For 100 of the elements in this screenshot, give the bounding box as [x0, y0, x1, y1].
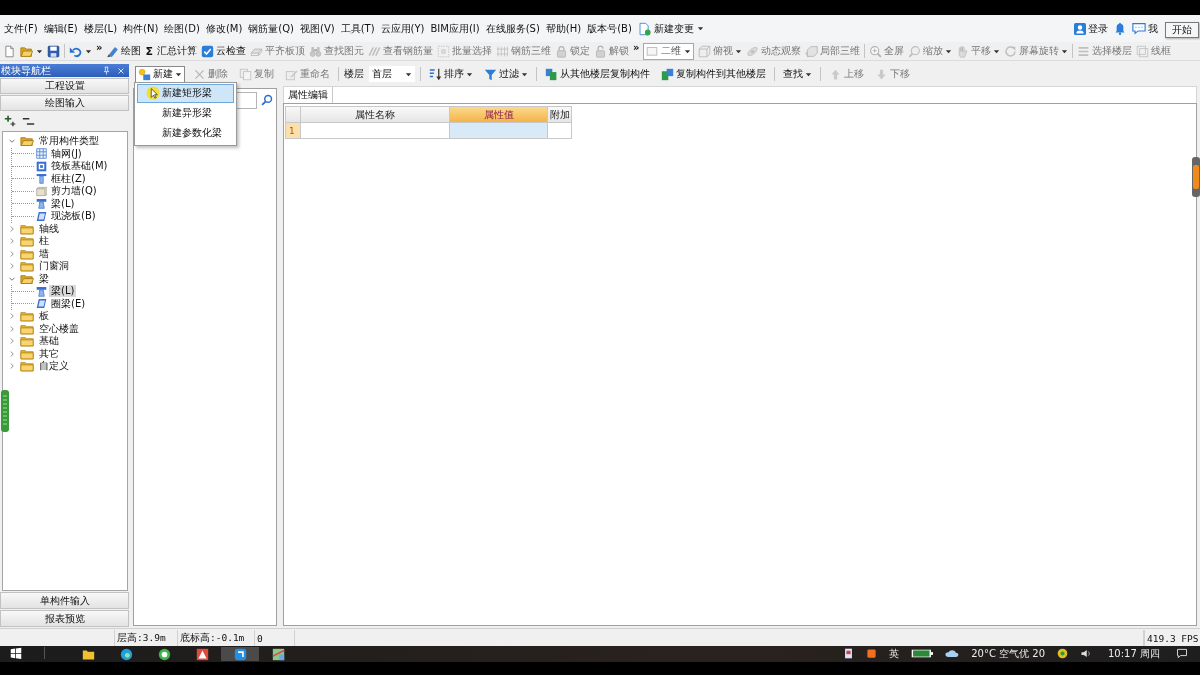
table-cell[interactable]	[301, 123, 450, 139]
expand-all-icon[interactable]	[4, 115, 17, 127]
login-button[interactable]: 登录	[1074, 21, 1108, 36]
app-icon	[271, 648, 285, 661]
section-button[interactable]: 报表预览	[0, 610, 129, 627]
menu-item[interactable]: 绘图(D)	[164, 21, 200, 36]
side-handle-icon[interactable]	[1, 390, 9, 432]
new-file-button[interactable]	[3, 44, 16, 58]
menu-item[interactable]: 新建矩形梁	[137, 83, 234, 103]
menu-item[interactable]: 钢筋量(Q)	[248, 21, 294, 36]
open-button[interactable]	[20, 44, 43, 58]
side-handle-icon[interactable]	[1192, 157, 1200, 197]
weather-icon[interactable]	[945, 648, 960, 659]
tree-item[interactable]: 圈梁(E)	[49, 297, 88, 310]
panel-icon	[36, 210, 47, 222]
tree-item[interactable]: 轴线	[37, 222, 61, 235]
section-button[interactable]: 工程设置	[0, 78, 129, 94]
overflow-button[interactable]: »	[633, 43, 640, 53]
caret-icon	[175, 70, 182, 78]
table-cell[interactable]	[450, 123, 548, 139]
app-icon[interactable]	[866, 648, 878, 659]
collapse-all-icon[interactable]	[22, 115, 35, 127]
menu-item[interactable]: 云应用(Y)	[380, 21, 425, 36]
floor-dropdown[interactable]: 首层	[369, 66, 415, 82]
save-button[interactable]	[47, 44, 60, 58]
tree-item[interactable]: 自定义	[37, 360, 71, 373]
menu-item[interactable]: 版本号(B)	[587, 21, 632, 36]
table-cell[interactable]	[548, 123, 572, 139]
toolbar-button[interactable]: 排序	[426, 65, 476, 83]
volume-icon[interactable]	[1080, 648, 1092, 659]
folder-icon	[20, 322, 34, 335]
arrow-down-icon	[875, 67, 888, 81]
menu-item[interactable]: 新建异形梁	[137, 103, 234, 123]
weather-text[interactable]: 20°C 空气优 20	[971, 648, 1045, 659]
toolbar-button[interactable]: 新建	[135, 65, 185, 83]
search-icon	[261, 94, 273, 106]
menu-item[interactable]: 在线服务(S)	[485, 21, 540, 36]
app-icon	[81, 648, 95, 661]
menu-item[interactable]: 新建参数化梁	[137, 123, 234, 143]
toolbar-button[interactable]: 查找	[780, 65, 815, 83]
search-button[interactable]	[259, 92, 275, 108]
notification-icon[interactable]	[1176, 648, 1188, 659]
overflow-button[interactable]: »	[96, 43, 103, 53]
tree-item[interactable]: 基础	[37, 335, 61, 348]
toolbar-button[interactable]: 过滤	[481, 65, 531, 83]
menu-item[interactable]: BIM应用(I)	[430, 21, 480, 36]
app-icon[interactable]	[1057, 648, 1068, 659]
tree-item[interactable]: 常用构件类型	[37, 135, 101, 148]
new-change-button[interactable]: 新建变更	[637, 21, 704, 36]
tree-item[interactable]: 板	[37, 310, 51, 323]
tree-item[interactable]: 空心楼盖	[37, 322, 81, 335]
tree-item[interactable]: 其它	[37, 347, 61, 360]
document-icon[interactable]	[843, 648, 855, 659]
menu-item[interactable]: 工具(T)	[340, 21, 375, 36]
close-icon[interactable]	[117, 66, 125, 75]
copy-icon	[239, 67, 252, 81]
menu-item[interactable]: 文件(F)	[4, 21, 38, 36]
tree-item[interactable]: 柱	[37, 235, 51, 248]
caret-icon	[805, 70, 812, 78]
row-header[interactable]: 1	[286, 123, 301, 139]
menu-item[interactable]: 修改(M)	[205, 21, 243, 36]
pin-icon[interactable]	[102, 66, 111, 75]
clock[interactable]: 10:17 周四	[1108, 648, 1160, 659]
tree-item[interactable]: 梁	[37, 272, 51, 285]
input-method-indicator[interactable]: 英	[889, 648, 900, 659]
tree-item[interactable]: 墙	[37, 247, 51, 260]
tree-item[interactable]: 现浇板(B)	[49, 210, 98, 223]
menu-item[interactable]: 帮助(H)	[545, 21, 582, 36]
column-header[interactable]: 属性名称	[301, 107, 450, 123]
tree-item[interactable]: 筏板基础(M)	[49, 160, 110, 173]
column-header[interactable]: 属性值	[450, 107, 548, 123]
tree-item[interactable]: 门窗洞	[37, 260, 71, 273]
tree-item[interactable]: 框柱(Z)	[49, 172, 88, 185]
menu-item[interactable]: 视图(V)	[300, 21, 335, 36]
toolbar-button[interactable]: 复制构件到其他楼层	[658, 65, 769, 83]
column-header[interactable]: 附加	[548, 107, 572, 123]
bell-icon[interactable]	[1114, 22, 1126, 35]
section-button[interactable]: 绘图输入	[0, 95, 129, 111]
tree-item[interactable]: 梁(L)	[49, 197, 77, 210]
menu-item[interactable]: 编辑(E)	[43, 21, 78, 36]
view-dropdown[interactable]: 二维	[643, 42, 695, 60]
battery-icon[interactable]	[911, 648, 934, 659]
tree-item[interactable]: 剪力墙(Q)	[49, 185, 99, 198]
toolbar-button[interactable]: Σ 汇总计算	[145, 44, 197, 58]
tree-item[interactable]: 梁(L)	[49, 285, 77, 298]
section-button[interactable]: 单构件输入	[0, 592, 129, 609]
feedback-button[interactable]: 我	[1132, 21, 1158, 36]
toolbar-button[interactable]: 云检查	[201, 44, 246, 58]
user-icon	[1074, 22, 1086, 35]
taskbar-button[interactable]	[221, 647, 259, 661]
toolbar-button[interactable]: 绘图	[106, 44, 142, 58]
toolbar-button[interactable]: 从其他楼层复制构件	[542, 65, 653, 83]
tree-item[interactable]: 轴网(J)	[49, 147, 84, 160]
menu-item[interactable]: 构件(N)	[123, 21, 159, 36]
folder-icon	[20, 260, 34, 273]
beam-icon	[36, 285, 47, 297]
start-icon[interactable]	[10, 647, 22, 659]
menu-item[interactable]: 楼层(L)	[83, 21, 118, 36]
caret-icon	[735, 47, 743, 55]
save-icon	[47, 44, 60, 58]
